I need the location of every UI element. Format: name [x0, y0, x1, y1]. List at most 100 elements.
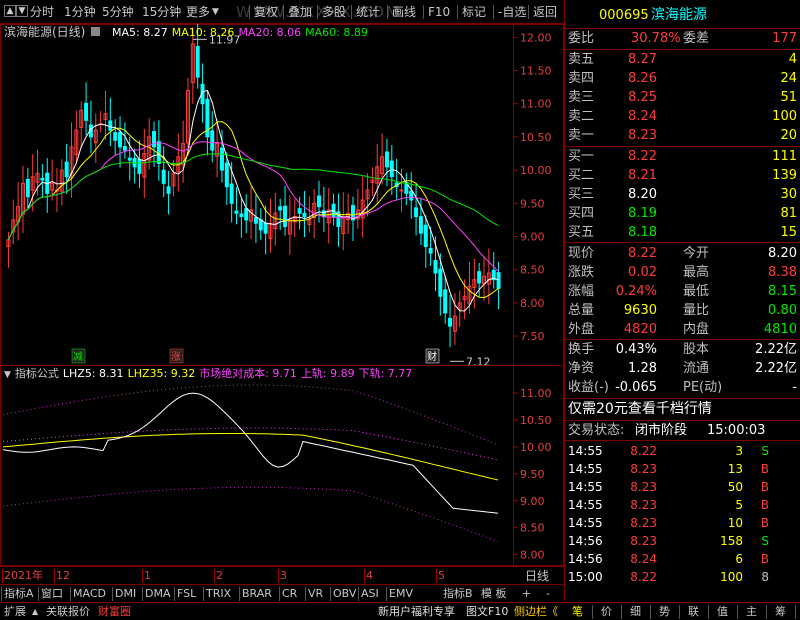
tick-price: 8.22 [630, 570, 657, 584]
expand-icon[interactable]: ▲ [32, 604, 38, 620]
ask-row[interactable]: 卖一 8.23 20 [565, 126, 800, 145]
toolbar-action-8[interactable]: 返回 [533, 4, 557, 20]
depth-promo-link[interactable]: 仅需20元查看千档行情 [568, 400, 712, 419]
ask-row[interactable]: 卖四 8.26 24 [565, 69, 800, 88]
indicator-chart[interactable]: 11.00 10.50 10.00 9.50 9.00 8.50 8.00 [0, 365, 564, 566]
indicator-tab-0[interactable]: 指标A [4, 586, 34, 602]
tab-separator [386, 587, 387, 601]
expand-button[interactable]: 扩展 [4, 604, 26, 620]
ask-row[interactable]: 卖三 8.25 51 [565, 88, 800, 107]
fundamental-value: 0.43% [615, 342, 657, 357]
event-marker-label: 涨 [171, 351, 181, 363]
toolbar-action-5[interactable]: F10 [428, 4, 450, 20]
quote-view-tab-3[interactable]: 势 [659, 604, 670, 620]
toolbar-item-3[interactable]: 15分钟 [142, 4, 181, 20]
toolbar-item-2[interactable]: 5分钟 [102, 4, 134, 20]
candle-body [40, 177, 45, 181]
y-tick-label: 10.00 [520, 164, 552, 177]
indicator-tab-4[interactable]: DMA [145, 586, 171, 602]
tab-separator [330, 587, 331, 601]
quote-view-tab-7[interactable]: 筹 [775, 604, 786, 620]
toolbar-separator [283, 5, 284, 19]
indicator-tab-11[interactable]: ASI [361, 586, 379, 602]
bid-row[interactable]: 买四 8.19 81 [565, 204, 800, 223]
indicator-tab-5[interactable]: FSL [177, 586, 196, 602]
indicator-tab-9[interactable]: VR [308, 586, 323, 602]
toolbar-action-7[interactable]: -自选 [498, 4, 526, 20]
tick-time: 14:56 [568, 534, 603, 548]
tab-action-1[interactable]: 模 板 [481, 586, 507, 602]
toolbar-action-0[interactable]: 复权 [254, 4, 278, 20]
quote-view-tab-5[interactable]: 值 [717, 604, 728, 620]
tick-price: 8.23 [630, 534, 657, 548]
x-axis-label: 2021年 [4, 569, 43, 582]
toolbar-action-1[interactable]: 叠加 [288, 4, 312, 20]
new-user-promo-link[interactable]: 新用户福利专享 [378, 604, 455, 620]
toolbar-item-1[interactable]: 1分钟 [64, 4, 96, 20]
indicator-tab-10[interactable]: OBV [333, 586, 356, 602]
toolbar-separator [351, 5, 352, 19]
quote-view-tab-0[interactable]: 笔 [572, 604, 583, 620]
quote-view-tab-6[interactable]: 主 [746, 604, 757, 620]
y-tick-label: 10.50 [520, 131, 552, 144]
ma-label-0: MA5: 8.27 [112, 26, 168, 39]
promo-row[interactable]: 仅需20元查看千档行情 [565, 400, 800, 419]
bid-row[interactable]: 买三 8.20 30 [565, 185, 800, 204]
toolbar-separator [423, 5, 424, 19]
indicator-tab-1[interactable]: 窗口 [41, 586, 63, 602]
indicator-tab-7[interactable]: BRAR [242, 586, 272, 602]
tick-time: 14:55 [568, 498, 603, 512]
stat-value: 8.22 [628, 246, 657, 261]
tick-price: 8.23 [630, 516, 657, 530]
sidebar-toggle[interactable]: 侧边栏《 [514, 604, 558, 620]
toolbar-action-3[interactable]: 统计 [356, 4, 380, 20]
bid-row[interactable]: 买五 8.18 15 [565, 223, 800, 242]
tab-action-0[interactable]: 指标B [443, 586, 473, 602]
bid-row[interactable]: 买二 8.21 139 [565, 166, 800, 185]
quote-view-tab-4[interactable]: 联 [688, 604, 699, 620]
tick-row: 14:55 8.23 5 B [565, 496, 800, 514]
candle-body [321, 210, 326, 218]
kline-chart[interactable]: 12.00 11.50 11.00 10.50 10.00 9.50 9.00 8.50 8.0… [0, 24, 564, 366]
event-marker-label: 减 [73, 351, 83, 363]
tick-price: 8.23 [630, 462, 657, 476]
indicator-tab-8[interactable]: CR [282, 586, 297, 602]
candle-body [137, 158, 142, 174]
indicator-menu-icon[interactable]: ▼ [4, 370, 11, 380]
ask-row[interactable]: 卖二 8.24 100 [565, 107, 800, 126]
toolbar-action-2[interactable]: 多股 [322, 4, 346, 20]
toolbar-action-6[interactable]: 标记 [462, 4, 486, 20]
bid-label: 买一 [568, 149, 595, 164]
tick-time: 14:55 [568, 462, 603, 476]
ask-label: 卖三 [568, 90, 595, 105]
indicator-tab-2[interactable]: MACD [73, 586, 106, 602]
tick-volume: 100 [720, 570, 743, 584]
more-dropdown-icon[interactable]: ▼ [212, 4, 219, 20]
related-quotes-tab[interactable]: 关联报价 [46, 604, 90, 620]
footer-separator [795, 605, 796, 619]
collapse-icon[interactable]: ▲ [4, 5, 16, 17]
toolbar-item-0[interactable]: 分时 [30, 4, 54, 20]
indicator-tab-6[interactable]: TRIX [206, 586, 231, 602]
f10-link[interactable]: 图文F10 [466, 604, 508, 620]
y-tick-label: 9.00 [520, 230, 545, 243]
toolbar-action-4[interactable]: 画线 [392, 4, 416, 20]
period-label[interactable]: 日线 [525, 568, 549, 584]
expand-icon[interactable]: ▼ [16, 5, 28, 17]
bid-row[interactable]: 买一 8.22 111 [565, 147, 800, 166]
candle-body [219, 147, 224, 171]
tick-row: 14:55 8.23 13 B [565, 460, 800, 478]
indicator-tab-12[interactable]: EMV [389, 586, 413, 602]
quote-view-tab-1[interactable]: 价 [601, 604, 612, 620]
toolbar-item-4[interactable]: 更多 [186, 4, 210, 20]
tab-action-3[interactable]: - [546, 586, 550, 602]
tab-action-2[interactable]: + [522, 586, 531, 602]
weibi-label: 委比 [568, 31, 595, 46]
ask-price: 8.25 [628, 90, 657, 105]
wealth-circle-tab[interactable]: 财富圈 [98, 604, 131, 620]
indicator-tabs: 指标A 窗口 MACD DMI DMA FSL TRIX BRAR CR VR OBV ASI EMV 指… [0, 584, 564, 602]
quote-view-tab-2[interactable]: 细 [630, 604, 641, 620]
indicator-tab-3[interactable]: DMI [115, 586, 136, 602]
tick-price: 8.24 [630, 552, 657, 566]
ask-row[interactable]: 卖五 8.27 4 [565, 50, 800, 69]
